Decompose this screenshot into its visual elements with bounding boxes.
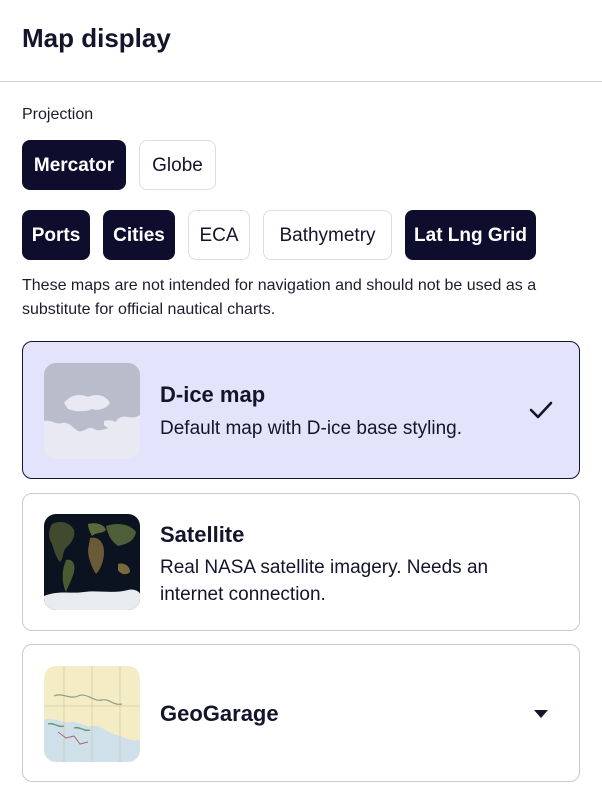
- map-option-title: Satellite: [160, 522, 245, 547]
- layer-ports-toggle[interactable]: Ports: [22, 210, 90, 260]
- check-icon: [529, 401, 553, 419]
- projection-label: Projection: [22, 106, 94, 123]
- projection-globe-button[interactable]: Globe: [139, 140, 216, 190]
- panel-header: Map display: [0, 0, 602, 82]
- map-option-satellite[interactable]: Satellite Real NASA satellite imagery. N…: [22, 493, 580, 631]
- chevron-down-icon[interactable]: [533, 709, 549, 719]
- map-option-dice[interactable]: D-ice map Default map with D-ice base st…: [22, 341, 580, 479]
- navigation-disclaimer: These maps are not intended for navigati…: [22, 277, 537, 318]
- layer-eca-toggle[interactable]: ECA: [188, 210, 250, 260]
- satellite-map-thumbnail: [44, 514, 140, 610]
- projection-mercator-button[interactable]: Mercator: [22, 140, 126, 190]
- layer-cities-toggle[interactable]: Cities: [103, 210, 175, 260]
- map-option-description: Default map with D-ice base styling.: [160, 418, 463, 439]
- map-option-geogarage[interactable]: GeoGarage: [22, 644, 580, 782]
- map-option-title: D-ice map: [160, 382, 266, 407]
- geogarage-map-thumbnail: [44, 666, 140, 762]
- page-title: Map display: [22, 23, 171, 53]
- layer-lat-lng-grid-toggle[interactable]: Lat Lng Grid: [405, 210, 536, 260]
- layer-bathymetry-toggle[interactable]: Bathymetry: [263, 210, 392, 260]
- map-option-title: GeoGarage: [160, 701, 279, 726]
- dice-map-thumbnail: [44, 363, 140, 459]
- map-option-description: Real NASA satellite imagery. Needs an in…: [160, 557, 489, 605]
